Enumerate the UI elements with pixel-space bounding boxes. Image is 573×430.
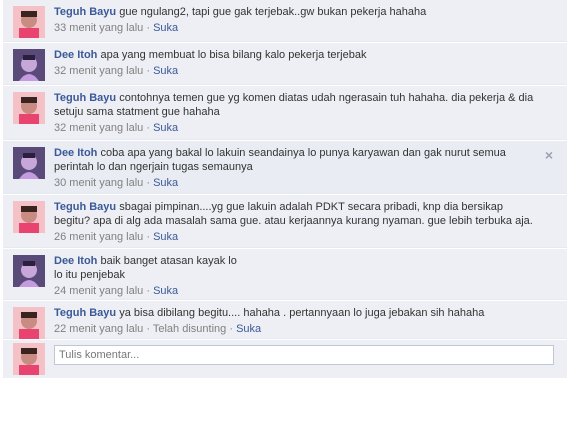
meta-separator: · (146, 65, 151, 77)
like-link[interactable]: Suka (153, 285, 178, 297)
comment-author[interactable]: Teguh Bayu (54, 92, 116, 104)
avatar[interactable] (13, 201, 45, 233)
avatar[interactable] (13, 255, 45, 287)
comment-item: Dee Itoh baik banget atasan kayak lo lo … (3, 249, 567, 300)
meta-separator: · (146, 22, 151, 34)
comment-input[interactable]: Tulis komentar... (54, 345, 554, 365)
like-link[interactable]: Suka (236, 323, 261, 335)
meta-separator: · (146, 177, 151, 189)
comment-text: ya bisa dibilang begitu.... hahaha . per… (119, 307, 485, 319)
edited-label[interactable]: Telah disunting (153, 323, 226, 335)
comment-text: contohnya temen gue yg komen diatas udah… (54, 92, 534, 118)
comment-text: sbagai pimpinan....yg gue lakuin adalah … (54, 201, 533, 227)
meta-separator: · (146, 323, 151, 335)
like-link[interactable]: Suka (153, 231, 178, 243)
comment-author[interactable]: Dee Itoh (54, 255, 97, 267)
comment-author[interactable]: Dee Itoh (54, 147, 97, 159)
avatar[interactable] (13, 92, 45, 124)
comment-item: Dee Itoh coba apa yang bakal lo lakuin s… (3, 141, 567, 194)
avatar[interactable] (13, 307, 45, 339)
comment-text: gue ngulang2, tapi gue gak terjebak..gw … (119, 6, 427, 18)
comment-item: Teguh Bayu contohnya temen gue yg komen … (3, 86, 567, 140)
comment-author[interactable]: Teguh Bayu (54, 307, 116, 319)
comment-item: Teguh Bayu sbagai pimpinan....yg gue lak… (3, 195, 567, 248)
comment-item: Teguh Bayu ya bisa dibilang begitu.... h… (3, 301, 567, 339)
avatar[interactable] (13, 6, 45, 38)
comment-author[interactable]: Teguh Bayu (54, 201, 116, 213)
close-icon[interactable]: × (545, 147, 553, 163)
like-link[interactable]: Suka (153, 22, 178, 34)
meta-separator: · (146, 122, 151, 134)
comment-item: Teguh Bayu gue ngulang2, tapi gue gak te… (3, 0, 567, 42)
comment-timestamp[interactable]: 30 menit yang lalu (54, 177, 143, 189)
comment-timestamp[interactable]: 33 menit yang lalu (54, 22, 143, 34)
like-link[interactable]: Suka (153, 177, 178, 189)
meta-separator: · (229, 323, 233, 335)
comment-composer: Tulis komentar... (3, 340, 567, 378)
meta-separator: · (146, 231, 151, 243)
comment-timestamp[interactable]: 26 menit yang lalu (54, 231, 143, 243)
comment-text: apa yang membuat lo bisa bilang kalo pek… (100, 49, 367, 61)
comment-timestamp[interactable]: 32 menit yang lalu (54, 65, 143, 77)
comment-author[interactable]: Teguh Bayu (54, 6, 116, 18)
comment-text: coba apa yang bakal lo lakuin seandainya… (54, 147, 506, 173)
comment-timestamp[interactable]: 24 menit yang lalu (54, 285, 143, 297)
avatar[interactable] (13, 147, 45, 179)
comment-item: Dee Itoh apa yang membuat lo bisa bilang… (3, 43, 567, 85)
avatar (13, 343, 45, 375)
like-link[interactable]: Suka (153, 122, 178, 134)
avatar[interactable] (13, 49, 45, 81)
comment-timestamp[interactable]: 22 menit yang lalu (54, 323, 143, 335)
comment-timestamp[interactable]: 32 menit yang lalu (54, 122, 143, 134)
like-link[interactable]: Suka (153, 65, 178, 77)
meta-separator: · (146, 285, 151, 297)
comment-author[interactable]: Dee Itoh (54, 49, 97, 61)
